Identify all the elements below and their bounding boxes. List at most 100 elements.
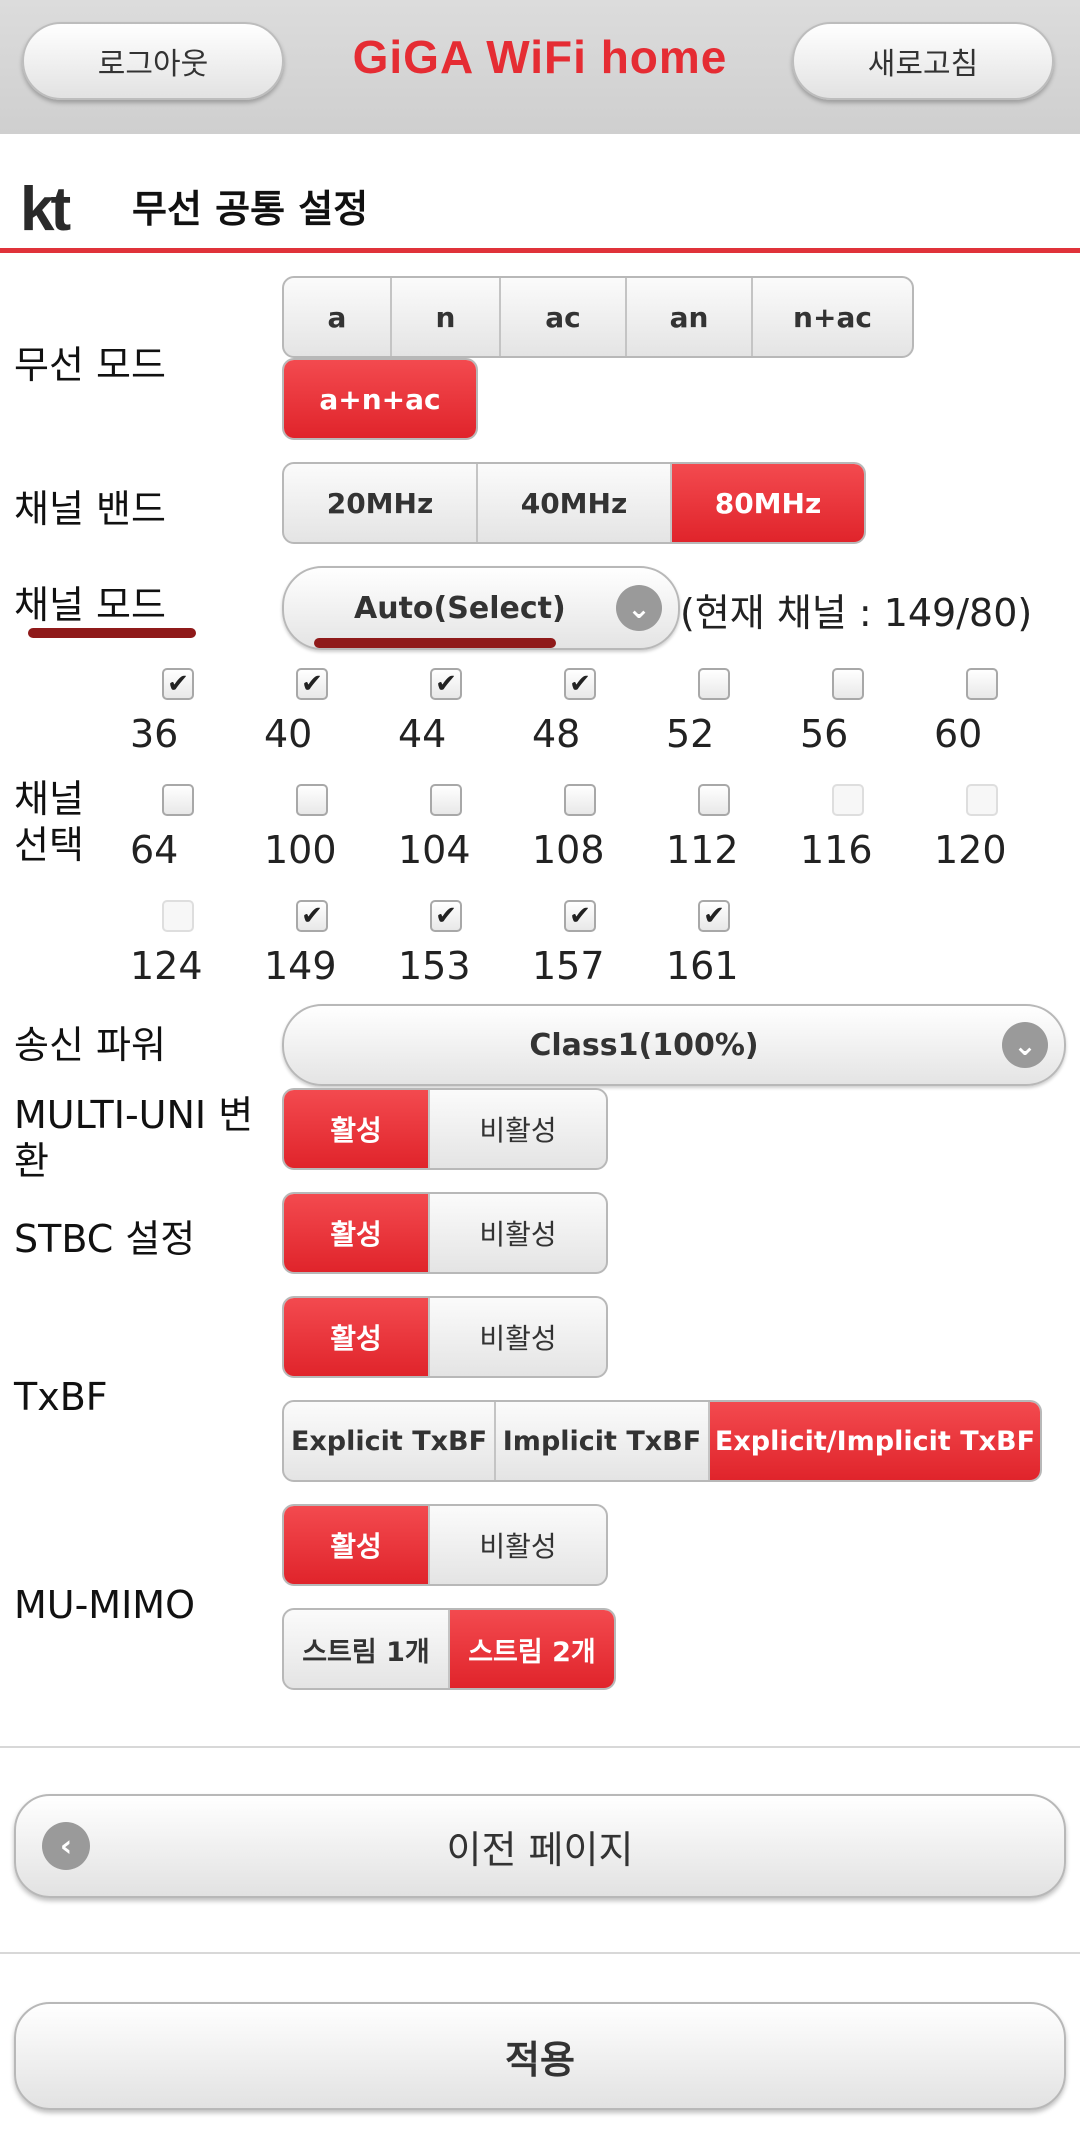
- tx-power-label: 송신 파워: [14, 1023, 166, 1067]
- channel-band-option[interactable]: 20MHz: [284, 464, 478, 542]
- channel-number: 120: [934, 828, 1007, 872]
- channel-number: 44: [398, 712, 447, 756]
- channel-checkbox: [162, 900, 194, 932]
- channel-number: 64: [130, 828, 179, 872]
- chevron-down-icon: ⌄: [616, 585, 662, 631]
- channel-number: 157: [532, 944, 605, 988]
- channel-checkbox[interactable]: ✔: [698, 900, 730, 932]
- wireless-mode-option[interactable]: ac: [501, 278, 627, 356]
- top-header: 로그아웃 GiGA WiFi home 새로고침: [0, 0, 1080, 134]
- annotation-underline: [314, 638, 556, 648]
- channel-checkbox[interactable]: ✔: [430, 668, 462, 700]
- channel-number: 112: [666, 828, 739, 872]
- channel-number: 60: [934, 712, 983, 756]
- txbf-explicit-option[interactable]: Explicit TxBF: [284, 1402, 496, 1480]
- stream-2-option-selected[interactable]: 스트림 2개: [450, 1610, 614, 1688]
- channel-checkbox[interactable]: ✔: [162, 668, 194, 700]
- channel-checkbox[interactable]: [966, 668, 998, 700]
- txbf-label: TxBF: [14, 1375, 108, 1419]
- channel-checkbox[interactable]: [430, 784, 462, 816]
- channel-number: 149: [264, 944, 337, 988]
- channel-checkbox[interactable]: ✔: [296, 668, 328, 700]
- txbf-type-group: Explicit TxBF Implicit TxBF Explicit/Imp…: [282, 1400, 1042, 1482]
- wireless-mode-option[interactable]: a: [284, 278, 392, 356]
- page-title: 무선 공통 설정: [132, 187, 369, 231]
- channel-select-label: 선택: [14, 823, 84, 867]
- channel-number: 124: [130, 944, 203, 988]
- previous-page-label: 이전 페이지: [446, 1827, 634, 1872]
- chevron-down-icon: ⌄: [1002, 1022, 1048, 1068]
- wireless-mode-option[interactable]: n: [392, 278, 501, 356]
- refresh-button[interactable]: 새로고침: [792, 22, 1054, 100]
- apply-button[interactable]: 적용: [14, 2002, 1066, 2110]
- section-divider: [0, 1746, 1080, 1748]
- txbf-off-button[interactable]: 비활성: [430, 1298, 606, 1376]
- channel-number: 56: [800, 712, 849, 756]
- channel-checkbox[interactable]: [162, 784, 194, 816]
- mu-mimo-label: MU-MIMO: [14, 1583, 196, 1627]
- mu-mimo-stream-group: 스트림 1개 스트림 2개: [282, 1608, 616, 1690]
- tx-power-value: Class1(100%): [529, 1027, 759, 1063]
- multi-uni-off-button[interactable]: 비활성: [430, 1090, 606, 1168]
- stbc-toggle: 활성 비활성: [282, 1192, 608, 1274]
- channel-checkbox[interactable]: [698, 668, 730, 700]
- txbf-implicit-option[interactable]: Implicit TxBF: [496, 1402, 710, 1480]
- multi-uni-on-button[interactable]: 활성: [284, 1090, 430, 1168]
- channel-number: 153: [398, 944, 471, 988]
- mu-mimo-toggle: 활성 비활성: [282, 1504, 608, 1586]
- channel-number: 116: [800, 828, 873, 872]
- channel-number: 161: [666, 944, 739, 988]
- wireless-mode-option[interactable]: an: [627, 278, 753, 356]
- stbc-label: STBC 설정: [14, 1217, 196, 1261]
- channel-number: 100: [264, 828, 337, 872]
- txbf-toggle: 활성 비활성: [282, 1296, 608, 1378]
- channel-select-label: 채널: [14, 777, 84, 821]
- annotation-underline: [28, 628, 196, 638]
- section-divider: [0, 1952, 1080, 1954]
- channel-number: 52: [666, 712, 715, 756]
- tx-power-select[interactable]: Class1(100%) ⌄: [282, 1004, 1066, 1086]
- channel-band-option[interactable]: 40MHz: [478, 464, 672, 542]
- channel-checkbox[interactable]: ✔: [296, 900, 328, 932]
- app-title: GiGA WiFi home: [352, 31, 728, 83]
- wireless-mode-option-selected[interactable]: a+n+ac: [284, 360, 476, 438]
- channel-checkbox[interactable]: ✔: [564, 900, 596, 932]
- wireless-mode-group-row2: a+n+ac: [282, 358, 478, 440]
- channel-number: 48: [532, 712, 581, 756]
- title-divider: [0, 248, 1080, 253]
- txbf-on-button[interactable]: 활성: [284, 1298, 430, 1376]
- channel-checkbox: [832, 784, 864, 816]
- channel-band-label: 채널 밴드: [14, 487, 166, 531]
- stbc-on-button[interactable]: 활성: [284, 1194, 430, 1272]
- channel-band-group: 20MHz 40MHz 80MHz: [282, 462, 866, 544]
- previous-page-button[interactable]: ‹ 이전 페이지: [14, 1794, 1066, 1898]
- channel-checkbox[interactable]: [698, 784, 730, 816]
- channel-checkbox[interactable]: [296, 784, 328, 816]
- multi-uni-label: MULTI-UNI 변: [14, 1093, 254, 1137]
- current-channel-text: (현재 채널 : 149/80): [680, 591, 1033, 635]
- logout-button[interactable]: 로그아웃: [22, 22, 284, 100]
- channel-number: 108: [532, 828, 605, 872]
- multi-uni-toggle: 활성 비활성: [282, 1088, 608, 1170]
- wireless-mode-option[interactable]: n+ac: [753, 278, 912, 356]
- channel-checkbox[interactable]: [832, 668, 864, 700]
- txbf-both-option-selected[interactable]: Explicit/Implicit TxBF: [710, 1402, 1040, 1480]
- kt-logo: kt: [20, 175, 71, 244]
- channel-checkbox[interactable]: ✔: [564, 668, 596, 700]
- stbc-off-button[interactable]: 비활성: [430, 1194, 606, 1272]
- channel-number: 36: [130, 712, 179, 756]
- chevron-left-icon: ‹: [42, 1822, 90, 1870]
- channel-mode-value: Auto(Select): [354, 590, 566, 626]
- channel-mode-label: 채널 모드: [14, 583, 166, 627]
- wireless-mode-group: a n ac an n+ac: [282, 276, 914, 358]
- mu-mimo-off-button[interactable]: 비활성: [430, 1506, 606, 1584]
- mu-mimo-on-button[interactable]: 활성: [284, 1506, 430, 1584]
- wireless-mode-label: 무선 모드: [14, 343, 166, 387]
- channel-number: 40: [264, 712, 313, 756]
- channel-checkbox: [966, 784, 998, 816]
- channel-band-option-selected[interactable]: 80MHz: [672, 464, 864, 542]
- channel-checkbox[interactable]: [564, 784, 596, 816]
- channel-checkbox[interactable]: ✔: [430, 900, 462, 932]
- stream-1-option[interactable]: 스트림 1개: [284, 1610, 450, 1688]
- multi-uni-label: 환: [14, 1139, 49, 1183]
